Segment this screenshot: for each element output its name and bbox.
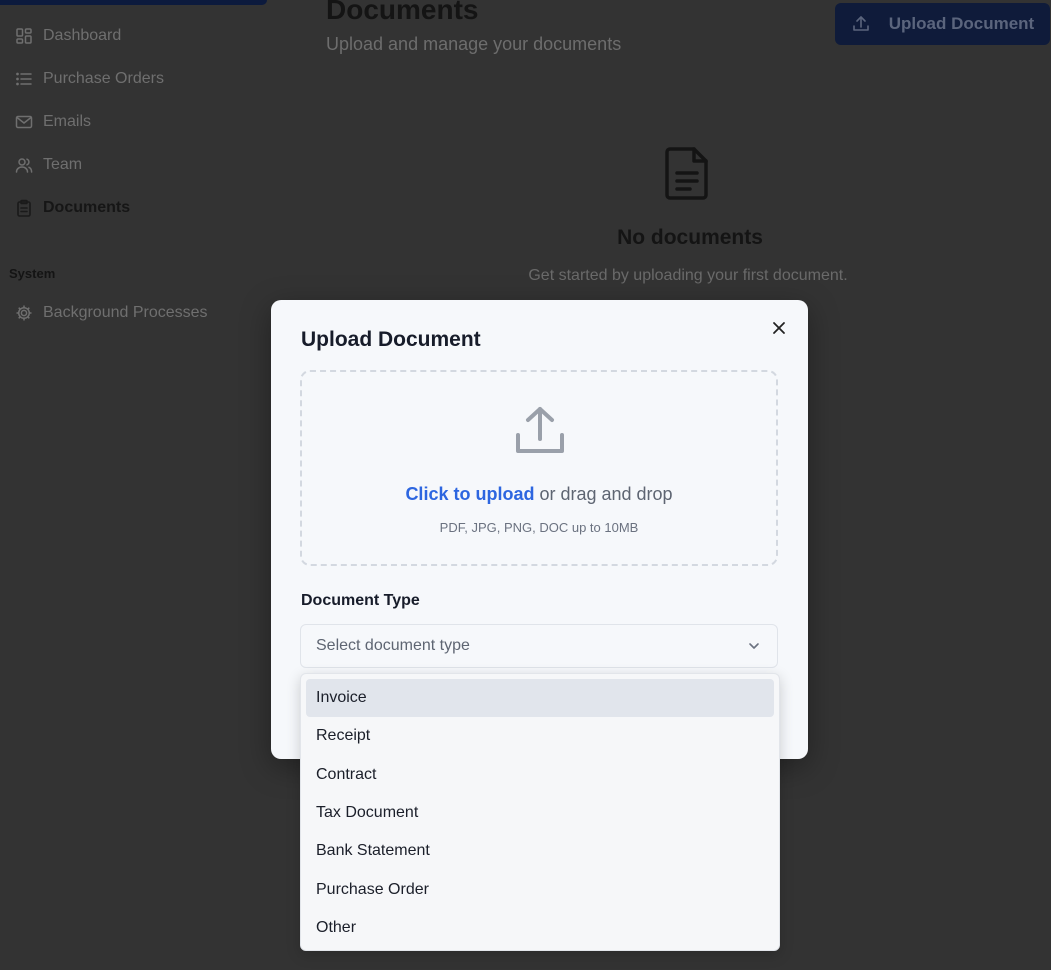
document-type-select[interactable]: Select document type — [300, 624, 778, 668]
upload-document-button[interactable]: Upload Document — [835, 3, 1050, 45]
sidebar-section-label: System — [9, 266, 56, 281]
sidebar-item-background-processes[interactable]: Background Processes — [0, 291, 290, 334]
dropzone-hint: PDF, JPG, PNG, DOC up to 10MB — [439, 520, 639, 535]
empty-state-title: No documents — [617, 226, 763, 249]
sidebar-system-nav: Background Processes — [0, 291, 290, 334]
sidebar-item-emails[interactable]: Emails — [0, 100, 290, 143]
drag-drop-text: or drag and drop — [534, 484, 673, 504]
document-icon — [664, 145, 712, 206]
sidebar-item-purchase-orders[interactable]: Purchase Orders — [0, 57, 290, 100]
document-type-dropdown: Invoice Receipt Contract Tax Document Ba… — [300, 673, 780, 951]
sidebar: Dashboard Purchase Orders Emails Team Do… — [0, 0, 290, 970]
gear-icon — [14, 303, 34, 323]
close-icon — [772, 321, 786, 340]
modal-title: Upload Document — [301, 328, 481, 351]
page-subtitle: Upload and manage your documents — [326, 34, 622, 54]
list-icon — [14, 69, 34, 89]
empty-state-subtitle: Get started by uploading your first docu… — [528, 267, 848, 284]
sidebar-item-documents[interactable]: Documents — [0, 186, 290, 229]
upload-icon — [514, 405, 566, 462]
file-dropzone[interactable]: Click to upload or drag and drop PDF, JP… — [300, 370, 778, 566]
sidebar-nav: Dashboard Purchase Orders Emails Team Do… — [0, 14, 290, 229]
sidebar-item-dashboard[interactable]: Dashboard — [0, 14, 290, 57]
click-to-upload-link[interactable]: Click to upload — [405, 484, 534, 504]
option-tax-document[interactable]: Tax Document — [306, 794, 774, 832]
users-icon — [14, 155, 34, 175]
sidebar-item-label: Purchase Orders — [43, 69, 164, 87]
sidebar-item-label: Documents — [43, 198, 131, 216]
chevron-down-icon — [747, 639, 761, 658]
sidebar-item-label: Emails — [43, 112, 92, 130]
sidebar-item-label: Dashboard — [43, 26, 122, 44]
dropzone-text: Click to upload or drag and drop — [302, 484, 776, 505]
clipboard-icon — [14, 198, 34, 218]
option-contract[interactable]: Contract — [306, 756, 774, 794]
sidebar-item-team[interactable]: Team — [0, 143, 290, 186]
mail-icon — [14, 112, 34, 132]
option-receipt[interactable]: Receipt — [306, 717, 774, 755]
close-button[interactable] — [769, 320, 789, 340]
sidebar-item-label: Team — [43, 155, 83, 173]
sidebar-top-accent — [0, 0, 267, 5]
page-title: Documents — [326, 0, 479, 25]
option-other[interactable]: Other — [306, 909, 774, 947]
document-type-placeholder: Select document type — [316, 637, 470, 654]
sidebar-item-label: Background Processes — [43, 303, 208, 321]
option-purchase-order[interactable]: Purchase Order — [306, 870, 774, 908]
option-bank-statement[interactable]: Bank Statement — [306, 832, 774, 870]
upload-icon — [851, 14, 871, 34]
dashboard-icon — [14, 26, 34, 46]
document-type-label: Document Type — [301, 592, 420, 609]
option-invoice[interactable]: Invoice — [306, 679, 774, 718]
upload-document-button-label: Upload Document — [888, 14, 1035, 33]
